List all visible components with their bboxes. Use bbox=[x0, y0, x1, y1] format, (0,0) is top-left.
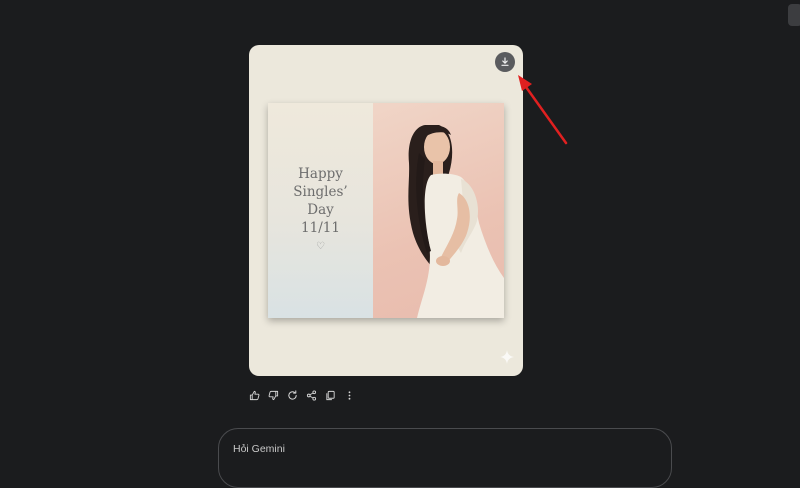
regenerate-button[interactable] bbox=[286, 389, 298, 401]
download-button[interactable] bbox=[495, 52, 515, 72]
poster-photo bbox=[373, 103, 504, 318]
woman-photo-illustration bbox=[408, 125, 504, 318]
singles-day-poster: Happy Singles’ Day 11/11 ♡ bbox=[268, 103, 504, 318]
prompt-input-box[interactable]: Hỏi Gemini bbox=[218, 428, 672, 488]
thumbs-up-button[interactable] bbox=[248, 389, 260, 401]
more-options-button[interactable] bbox=[343, 389, 355, 401]
thumbs-down-button[interactable] bbox=[267, 389, 279, 401]
refresh-icon bbox=[287, 389, 297, 400]
gemini-sparkle-icon bbox=[500, 350, 514, 364]
download-icon bbox=[501, 57, 509, 66]
thumbs-up-icon bbox=[249, 390, 259, 400]
response-actions-toolbar bbox=[248, 388, 355, 402]
window-corner-button[interactable] bbox=[788, 4, 800, 26]
more-vertical-icon bbox=[348, 390, 350, 400]
share-button[interactable] bbox=[305, 389, 317, 401]
copy-icon bbox=[325, 390, 335, 400]
poster-title: Happy Singles’ Day 11/11 bbox=[268, 165, 373, 237]
prompt-input-placeholder[interactable]: Hỏi Gemini bbox=[233, 443, 285, 455]
poster-line: Happy bbox=[298, 166, 343, 182]
poster-line: Day bbox=[307, 202, 334, 218]
heart-outline-icon: ♡ bbox=[316, 241, 325, 252]
share-icon bbox=[306, 389, 316, 401]
thumbs-down-icon bbox=[268, 390, 278, 400]
copy-button[interactable] bbox=[324, 389, 336, 401]
poster-line: Singles’ bbox=[293, 184, 348, 200]
generated-image-card[interactable]: Happy Singles’ Day 11/11 ♡ bbox=[249, 45, 523, 376]
poster-line: 11/11 bbox=[301, 220, 340, 236]
poster-text-panel: Happy Singles’ Day 11/11 ♡ bbox=[268, 103, 373, 318]
